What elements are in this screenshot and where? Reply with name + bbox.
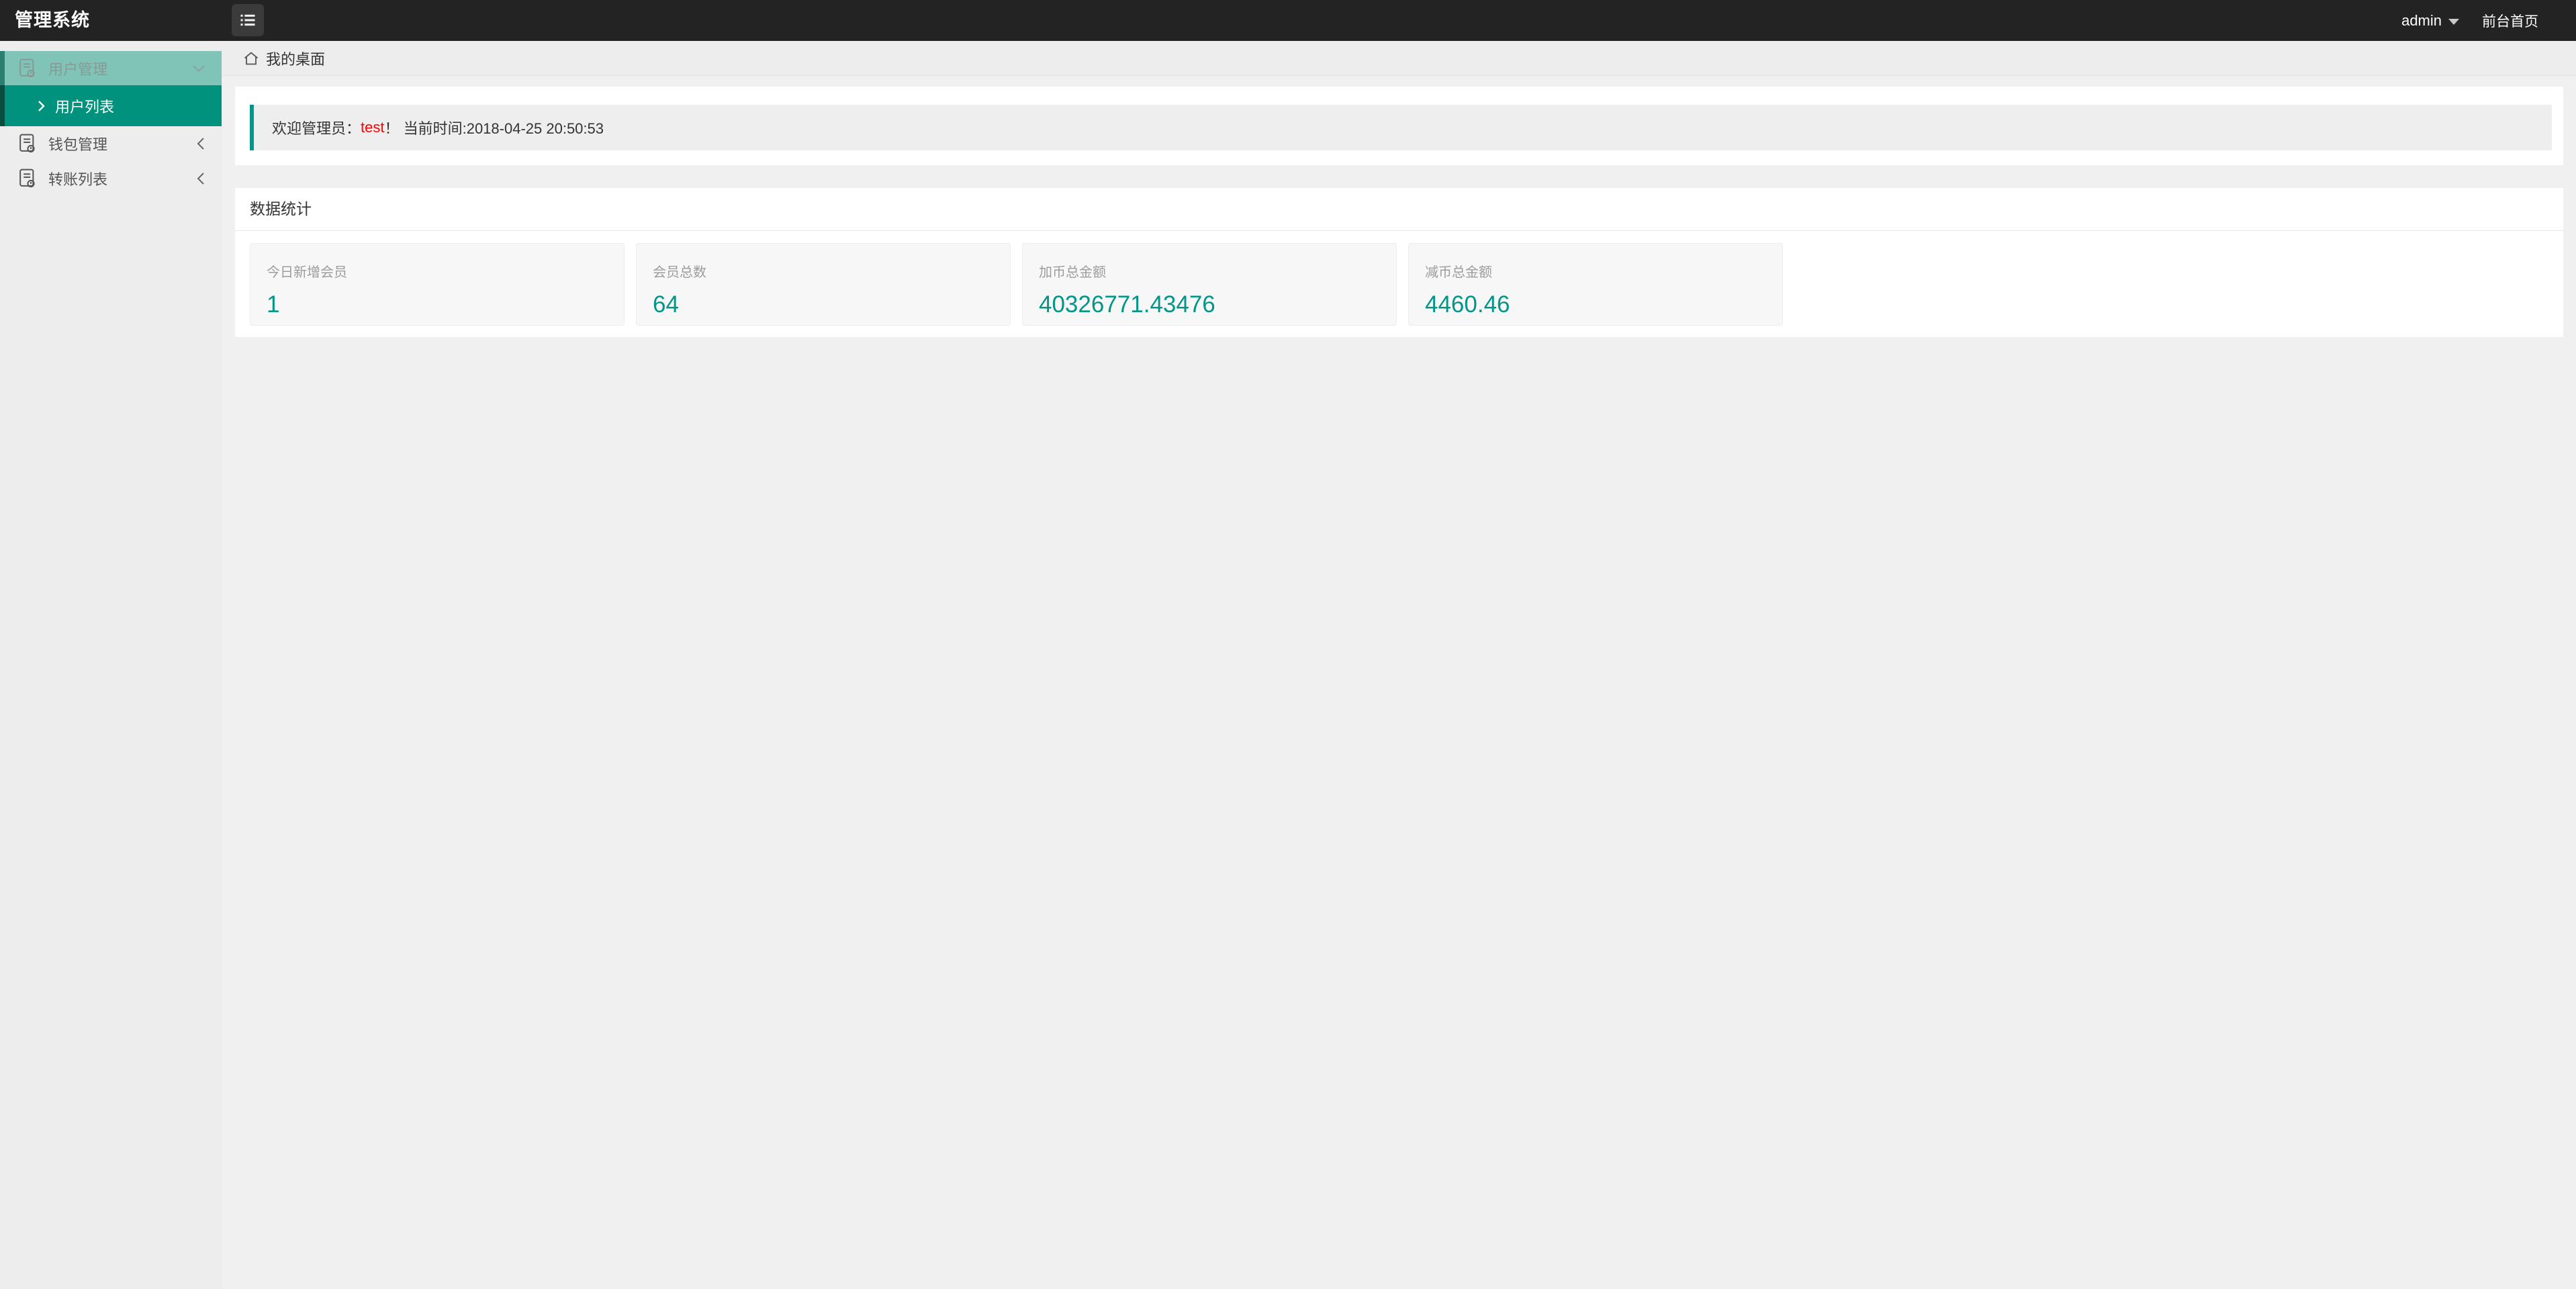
chevron-left-icon bbox=[196, 137, 205, 150]
home-icon bbox=[243, 50, 259, 66]
stat-card-new-members-today: 今日新增会员 1 bbox=[250, 243, 625, 326]
stat-card-total-coin-deducted: 减币总金额 4460.46 bbox=[1408, 243, 1783, 326]
document-icon bbox=[19, 58, 36, 79]
active-item-strip bbox=[0, 85, 5, 126]
topbar: 管理系统 admin 前台首页 bbox=[0, 0, 2576, 41]
stat-label: 减币总金额 bbox=[1425, 265, 1492, 280]
sidebar-group-user-management[interactable]: 用户管理 bbox=[0, 51, 222, 85]
welcome-alert: 欢迎管理员： test！ 当前时间:2018-04-25 20:50:53 bbox=[250, 105, 2552, 150]
welcome-prefix: 欢迎管理员： bbox=[272, 120, 361, 137]
stat-value: 4460.46 bbox=[1425, 291, 1510, 318]
sidebar-group-label: 钱包管理 bbox=[48, 136, 108, 153]
stats-cards: 今日新增会员 1 会员总数 64 加币总金额 40326771.43476 减币… bbox=[250, 243, 1783, 326]
stat-value: 40326771.43476 bbox=[1039, 291, 1215, 318]
main-content: 我的桌面 欢迎管理员： test！ 当前时间:2018-04-25 20:50:5… bbox=[222, 41, 2576, 1289]
topbar-right: admin 前台首页 bbox=[2401, 0, 2576, 41]
stat-card-total-members: 会员总数 64 bbox=[636, 243, 1011, 326]
caret-down-icon bbox=[2448, 18, 2459, 25]
chevron-down-icon bbox=[192, 64, 205, 73]
sidebar-group-label: 转账列表 bbox=[48, 171, 108, 188]
welcome-username: test bbox=[361, 119, 385, 136]
stat-card-total-coin-added: 加币总金额 40326771.43476 bbox=[1022, 243, 1397, 326]
breadcrumb: 我的桌面 bbox=[222, 41, 2576, 76]
frontend-home-link[interactable]: 前台首页 bbox=[2482, 11, 2538, 31]
stat-label: 今日新增会员 bbox=[267, 265, 347, 280]
stat-label: 加币总金额 bbox=[1039, 265, 1106, 280]
welcome-panel: 欢迎管理员： test！ 当前时间:2018-04-25 20:50:53 bbox=[235, 87, 2563, 165]
sidebar-menu: 用户管理 用户列表 钱包管理 转账列表 bbox=[0, 51, 222, 196]
document-icon bbox=[19, 169, 36, 189]
active-group-strip bbox=[0, 51, 5, 85]
document-icon bbox=[19, 134, 36, 154]
breadcrumb-current: 我的桌面 bbox=[266, 50, 326, 68]
breadcrumb-home-link[interactable] bbox=[243, 50, 259, 66]
stats-panel: 数据统计 今日新增会员 1 会员总数 64 加币总金额 40326771.434… bbox=[235, 188, 2563, 337]
sidebar-group-transfer-list[interactable]: 转账列表 bbox=[0, 161, 222, 196]
sidebar: 用户管理 用户列表 钱包管理 转账列表 bbox=[0, 41, 222, 1289]
sidebar-group-wallet-management[interactable]: 钱包管理 bbox=[0, 126, 222, 161]
sidebar-group-label: 用户管理 bbox=[48, 60, 108, 78]
stat-label: 会员总数 bbox=[653, 265, 706, 280]
list-icon bbox=[238, 11, 257, 30]
stats-title: 数据统计 bbox=[235, 188, 2563, 231]
user-dropdown[interactable]: admin bbox=[2401, 12, 2459, 30]
sidebar-item-user-list[interactable]: 用户列表 bbox=[0, 85, 222, 126]
menu-toggle-button[interactable] bbox=[232, 4, 264, 36]
arrow-right-icon bbox=[38, 99, 46, 113]
sidebar-item-label: 用户列表 bbox=[55, 98, 115, 115]
app-title: 管理系统 bbox=[15, 10, 90, 30]
username: admin bbox=[2401, 11, 2442, 29]
chevron-left-icon bbox=[196, 172, 205, 185]
welcome-suffix: ！ 当前时间:2018-04-25 20:50:53 bbox=[384, 120, 604, 137]
stat-value: 1 bbox=[267, 291, 280, 318]
stat-value: 64 bbox=[653, 291, 679, 318]
